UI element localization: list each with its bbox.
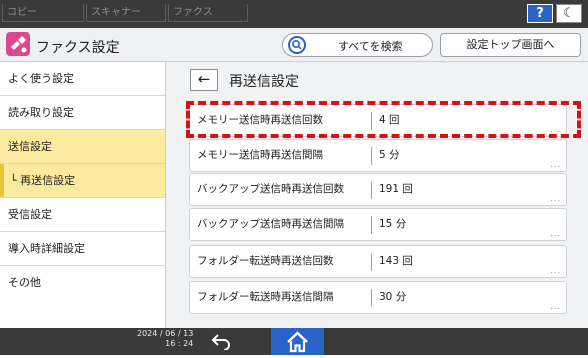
section-title: 再送信設定 [229, 74, 299, 90]
more-icon: ... [550, 266, 561, 275]
settings-top-button[interactable]: 設定トップ画面へ [440, 33, 581, 57]
fax-app-icon [6, 32, 30, 56]
divider [371, 253, 372, 271]
sidebar-item-resend-settings[interactable]: └ 再送信設定 [0, 164, 165, 198]
sidebar-item-send-settings[interactable]: 送信設定 [0, 130, 165, 164]
setting-row-backup-retry-count[interactable]: バックアップ送信時再送信回数 191 回 ... [189, 173, 567, 206]
setting-label: フォルダー転送時再送信回数 [197, 255, 334, 267]
date-text: 2024 / 06 / 13 [137, 329, 194, 338]
datetime-display: 2024 / 06 / 13 16 : 24 [137, 329, 193, 349]
setting-label: バックアップ送信時再送信回数 [197, 183, 344, 195]
tab-copy[interactable]: コピー [2, 4, 84, 22]
sidebar-item-receive-settings[interactable]: 受信設定 [0, 198, 165, 232]
setting-value: 15 分 [379, 218, 407, 230]
tab-scanner[interactable]: スキャナー [86, 4, 166, 22]
divider [371, 216, 372, 234]
search-icon [288, 36, 306, 54]
more-icon: ... [550, 194, 561, 203]
highlight-annotation [186, 101, 581, 138]
return-button[interactable] [206, 330, 236, 352]
setting-label: バックアップ送信時再送信間隔 [197, 218, 344, 230]
more-icon: ... [550, 302, 561, 311]
divider [371, 289, 372, 307]
tab-fax[interactable]: ファクス [168, 4, 248, 22]
back-arrow-icon: ← [197, 70, 211, 88]
page-title: ファクス設定 [36, 40, 120, 56]
setting-value: 30 分 [379, 291, 407, 303]
return-arrow-icon [211, 334, 230, 351]
setting-row-folder-retry-interval[interactable]: フォルダー転送時再送信間隔 30 分 ... [189, 281, 567, 314]
help-button[interactable]: ? [527, 4, 553, 23]
setting-value: 191 回 [379, 183, 413, 195]
setting-label: メモリー送信時再送信間隔 [197, 149, 323, 161]
setting-row-backup-retry-interval[interactable]: バックアップ送信時再送信間隔 15 分 ... [189, 208, 567, 241]
setting-row-folder-retry-count[interactable]: フォルダー転送時再送信回数 143 回 ... [189, 245, 567, 278]
back-button[interactable]: ← [190, 69, 218, 91]
moon-icon: ☾ [563, 6, 575, 21]
app-tab-bar: コピー スキャナー ファクス ? ☾ [0, 0, 588, 28]
sidebar-item-other[interactable]: その他 [0, 266, 165, 300]
setting-value: 5 分 [379, 149, 400, 161]
time-text: 16 : 24 [165, 339, 194, 348]
more-icon: ... [550, 229, 561, 238]
question-icon: ? [536, 6, 544, 21]
home-button[interactable] [271, 328, 324, 355]
setting-row-memory-retry-interval[interactable]: メモリー送信時再送信間隔 5 分 ... [189, 139, 567, 172]
setting-value: 143 回 [379, 255, 413, 267]
setting-label: フォルダー転送時再送信間隔 [197, 291, 334, 303]
sidebar-item-frequent[interactable]: よく使う設定 [0, 62, 165, 96]
sidebar-item-initial-setup[interactable]: 導入時詳細設定 [0, 232, 165, 266]
more-icon: ... [550, 160, 561, 169]
search-label: すべてを検索 [338, 40, 403, 53]
divider [371, 181, 372, 199]
sidebar-item-scan-settings[interactable]: 読み取り設定 [0, 96, 165, 130]
home-icon [287, 331, 308, 353]
sidebar: よく使う設定 読み取り設定 送信設定 └ 再送信設定 受信設定 導入時詳細設定 … [0, 62, 166, 328]
energy-saver-button[interactable]: ☾ [556, 4, 582, 23]
divider [371, 147, 372, 165]
search-all-button[interactable]: すべてを検索 [282, 33, 433, 57]
